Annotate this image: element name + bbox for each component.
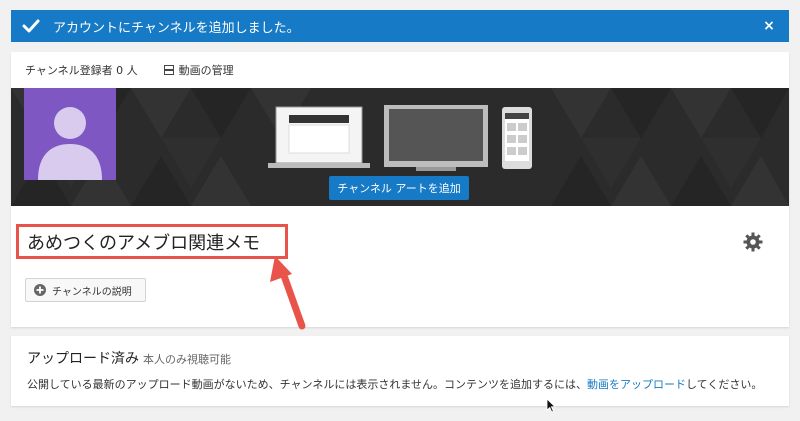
uploads-section: アップロード済み 本人のみ視聴可能 公開している最新のアップロード動画がないため、…	[11, 336, 789, 406]
gear-icon[interactable]	[743, 232, 763, 252]
uploads-title: アップロード済み	[27, 351, 139, 367]
add-channel-art-button[interactable]: チャンネル アートを追加	[329, 176, 469, 200]
channel-banner: チャンネル アートを追加	[11, 88, 789, 206]
uploads-message-after: してください。	[686, 378, 763, 391]
upload-video-link[interactable]: 動画をアップロード	[587, 378, 686, 391]
uploads-visibility: 本人のみ視聴可能	[143, 353, 231, 366]
channel-description-label: チャンネルの説明	[52, 286, 132, 298]
channel-header-card: チャンネル登録者 0 人 動画の管理 チャンネル アートを追加 あめつくのアメブ…	[11, 52, 789, 330]
notification-bar: アカウントにチャンネルを追加しました。 ×	[11, 10, 789, 42]
annotation-arrow-icon	[270, 256, 306, 330]
device-preview-illustration	[268, 105, 532, 171]
mouse-cursor-icon	[546, 398, 556, 413]
plus-circle-icon	[34, 284, 46, 296]
subscriber-count: チャンネル登録者 0 人	[25, 64, 138, 77]
channel-name-highlight: あめつくのアメブロ関連メモ	[16, 224, 288, 259]
uploads-message-before: 公開している最新のアップロード動画がないため、チャンネルには表示されません。コン…	[27, 378, 588, 391]
manage-videos-label: 動画の管理	[178, 64, 234, 77]
video-manager-icon	[163, 65, 174, 75]
notification-message: アカウントにチャンネルを追加しました。	[53, 20, 300, 36]
channel-name[interactable]: あめつくのアメブロ関連メモ	[27, 229, 260, 255]
channel-topbar: チャンネル登録者 0 人 動画の管理	[11, 52, 789, 88]
close-icon[interactable]: ×	[759, 18, 779, 34]
manage-videos-link[interactable]: 動画の管理	[163, 62, 234, 78]
channel-description-button[interactable]: チャンネルの説明	[25, 278, 146, 302]
checkmark-icon	[22, 19, 40, 33]
uploads-message: 公開している最新のアップロード動画がないため、チャンネルには表示されません。コン…	[27, 376, 762, 392]
uploads-heading: アップロード済み 本人のみ視聴可能	[27, 348, 231, 368]
user-silhouette-icon	[38, 107, 102, 180]
channel-avatar[interactable]	[24, 88, 116, 180]
